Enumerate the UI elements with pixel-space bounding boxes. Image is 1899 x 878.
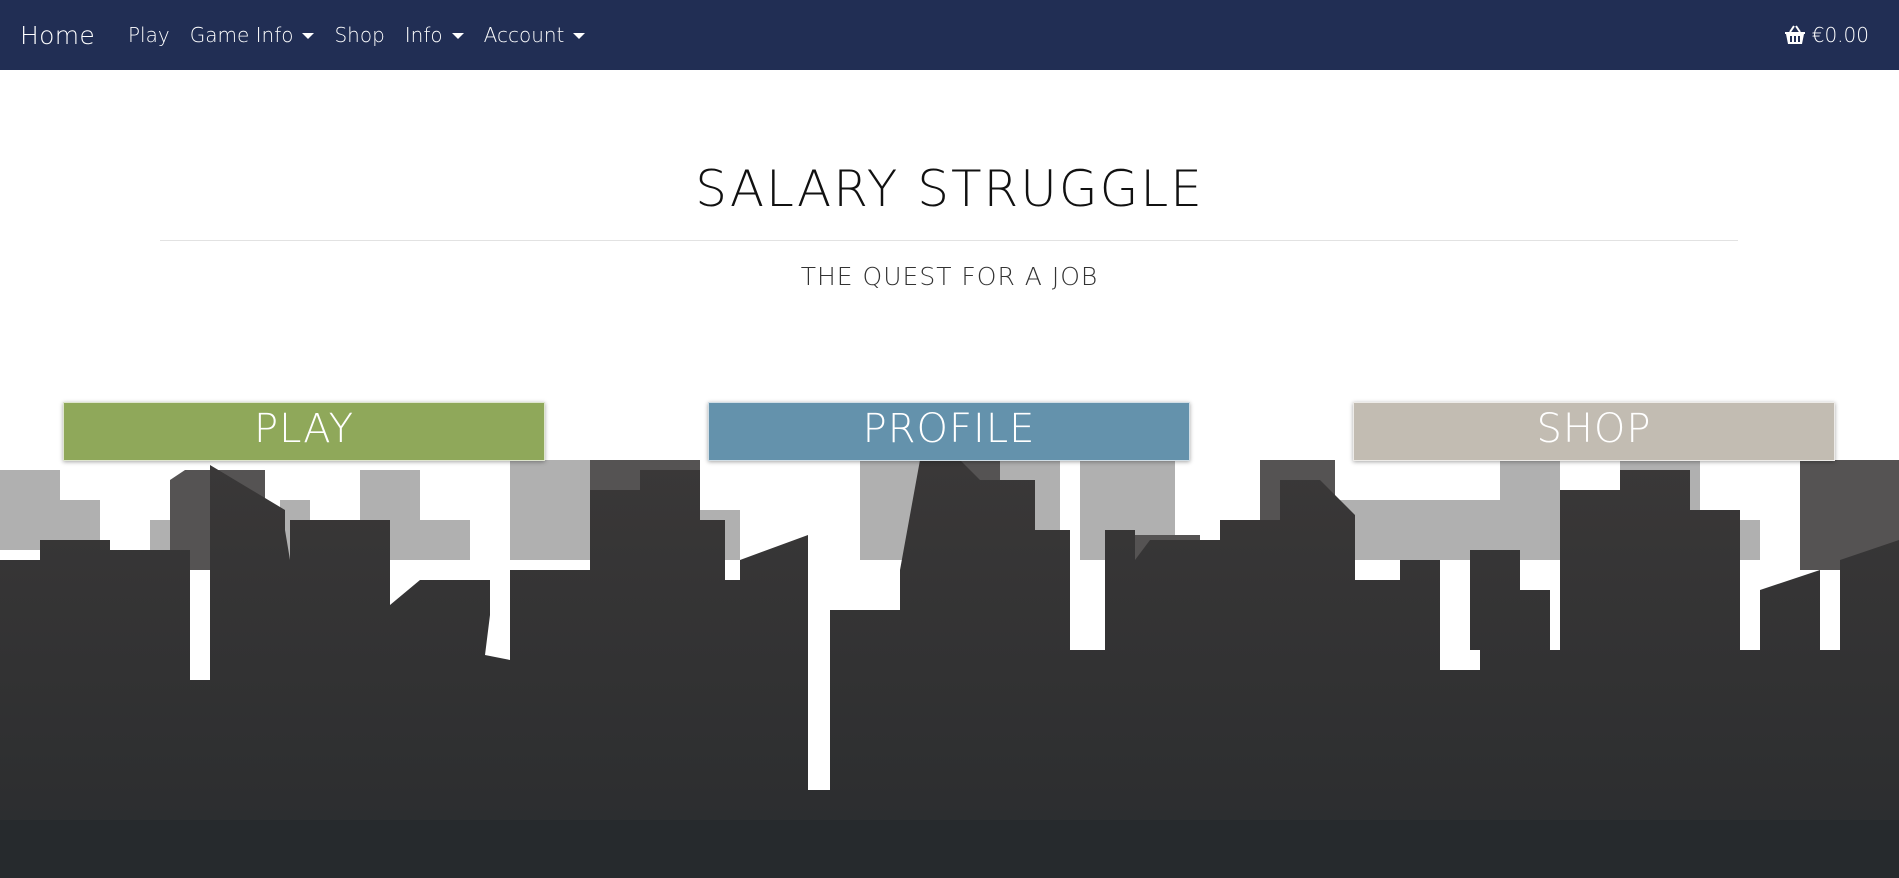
shop-button[interactable]: SHOP xyxy=(1353,402,1835,461)
nav-item-label: Play xyxy=(128,23,170,47)
play-button[interactable]: PLAY xyxy=(63,402,545,461)
nav-home-link[interactable]: Home xyxy=(20,0,95,70)
nav-item-shop[interactable]: Shop xyxy=(326,0,392,70)
nav-item-label: Info xyxy=(404,23,443,47)
profile-button[interactable]: PROFILE xyxy=(708,402,1190,461)
nav-item-game-info[interactable]: Game Info xyxy=(182,0,323,70)
nav-item-account[interactable]: Account xyxy=(476,0,594,70)
nav-item-label: Shop xyxy=(334,23,385,47)
caret-down-icon xyxy=(451,33,464,39)
cart-link[interactable]: €0.00 xyxy=(1784,0,1869,70)
page-title: SALARY STRUGGLE xyxy=(695,160,1204,218)
city-skyline-illustration xyxy=(0,460,1899,878)
caret-down-icon xyxy=(302,33,315,39)
cart-total: €0.00 xyxy=(1811,23,1869,47)
basket-icon xyxy=(1784,25,1805,44)
nav-links: Play Game Info Shop Info Account xyxy=(120,0,597,70)
nav-item-play[interactable]: Play xyxy=(120,0,178,70)
nav-item-label: Account xyxy=(483,23,565,47)
top-navbar: Home Play Game Info Shop Info Account €0… xyxy=(0,0,1899,70)
title-divider xyxy=(160,240,1738,241)
page-subtitle: THE QUEST FOR A JOB xyxy=(800,262,1099,291)
caret-down-icon xyxy=(573,33,586,39)
nav-item-info[interactable]: Info xyxy=(397,0,472,70)
nav-item-label: Game Info xyxy=(189,23,294,47)
